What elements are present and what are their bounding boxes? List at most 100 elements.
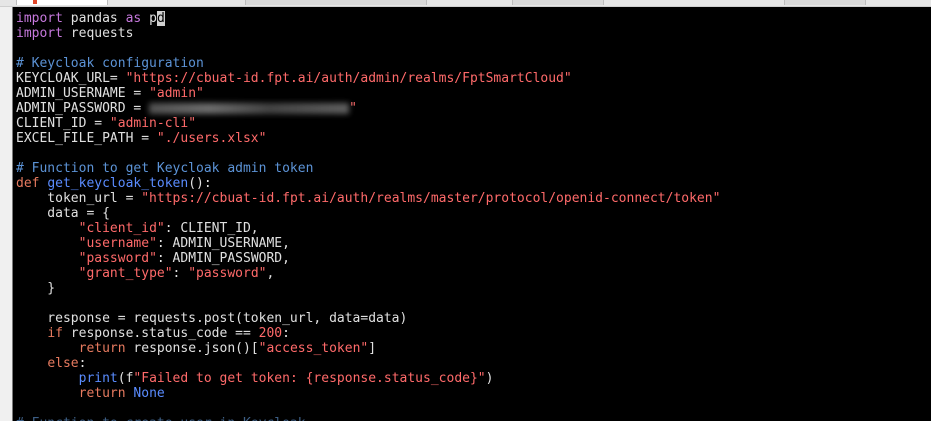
code-line[interactable]: response = requests.post(token_url, data… xyxy=(16,311,720,326)
code-line[interactable]: print(f"Failed to get token: {response.s… xyxy=(16,371,720,386)
code-token: requests xyxy=(62,26,134,41)
code-token: : ADMIN_USERNAME, xyxy=(156,236,290,251)
code-token: ADMIN_PASSWORD = xyxy=(16,101,150,116)
code-token: "./users.xlsx" xyxy=(156,131,267,146)
code-token: "Failed to get token: {response.status_c… xyxy=(133,371,486,386)
code-token: import xyxy=(16,26,63,41)
tab-3[interactable] xyxy=(512,0,604,5)
code-line[interactable]: "grant_type": "password", xyxy=(16,266,720,281)
code-token: d xyxy=(156,11,165,26)
code-token: import xyxy=(16,11,63,26)
code-token: None xyxy=(133,386,165,401)
code-token: response = requests.post(token_url, data… xyxy=(16,311,408,326)
code-token: response.json()[ xyxy=(125,341,259,356)
code-token: } xyxy=(16,281,56,296)
code-token: "https://cbuat-id.fpt.ai/auth/admin/real… xyxy=(125,71,572,86)
code-token: EXCEL_FILE_PATH = xyxy=(16,131,157,146)
tab-active-file[interactable] xyxy=(16,0,108,5)
code-token: pandas xyxy=(62,11,126,26)
code-token: : xyxy=(282,326,290,341)
code-token: as xyxy=(125,11,142,26)
code-line[interactable]: token_url = "https://cbuat-id.fpt.ai/aut… xyxy=(16,191,720,206)
code-token: , xyxy=(266,266,275,281)
code-token: return xyxy=(78,341,126,356)
code-token: print xyxy=(78,371,118,386)
code-token: # Keycloak configuration xyxy=(16,56,204,71)
code-token: "password" xyxy=(78,251,157,266)
code-token: "client_id" xyxy=(78,221,165,236)
code-line[interactable] xyxy=(16,146,720,161)
code-line[interactable]: KEYCLOAK_URL= "https://cbuat-id.fpt.ai/a… xyxy=(16,71,720,86)
code-token: response.status_code == xyxy=(62,326,259,341)
code-token: ADMIN_USERNAME = xyxy=(16,86,150,101)
code-token: : xyxy=(172,266,189,281)
code-token: ] xyxy=(368,341,377,356)
code-line[interactable]: "password": ADMIN_PASSWORD, xyxy=(16,251,720,266)
code-token: 200 xyxy=(258,326,283,341)
code-token: if xyxy=(47,326,63,341)
code-line[interactable]: data = { xyxy=(16,206,720,221)
code-token: : CLIENT_ID, xyxy=(164,221,259,236)
code-token: "https://cbuat-id.fpt.ai/auth/realms/mas… xyxy=(141,191,721,206)
code-token: "admin-cli" xyxy=(109,116,197,131)
file-icon xyxy=(33,0,37,4)
code-line[interactable]: def get_keycloak_token(): xyxy=(16,176,720,191)
editor-tab-bar xyxy=(0,0,931,7)
code-token: "admin" xyxy=(149,86,204,101)
code-token: "username" xyxy=(78,236,157,251)
code-token: CLIENT_ID = xyxy=(16,116,110,131)
tab-4[interactable] xyxy=(784,0,866,5)
code-line[interactable]: EXCEL_FILE_PATH = "./users.xlsx" xyxy=(16,131,720,146)
code-token: token_url = xyxy=(16,191,142,206)
code-line[interactable]: import pandas as pd xyxy=(16,11,720,26)
code-line[interactable]: import requests xyxy=(16,26,720,41)
redacted-value xyxy=(149,103,350,114)
code-token: : ADMIN_PASSWORD, xyxy=(156,251,290,266)
code-line[interactable]: "username": ADMIN_USERNAME, xyxy=(16,236,720,251)
code-token: (): xyxy=(188,176,212,191)
code-line[interactable]: return response.json()["access_token"] xyxy=(16,341,720,356)
code-token: p xyxy=(141,11,157,26)
code-token: "grant_type" xyxy=(78,266,173,281)
code-line[interactable]: if response.status_code == 200: xyxy=(16,326,720,341)
code-token: " xyxy=(349,101,357,116)
code-line[interactable]: # Function to create user in Keycloak xyxy=(16,416,720,421)
code-token: "access_token" xyxy=(258,341,369,356)
code-lines: import pandas as pd import requests # Key… xyxy=(16,11,720,421)
code-line[interactable] xyxy=(16,401,720,416)
code-line[interactable] xyxy=(16,296,720,311)
code-line[interactable]: # Keycloak configuration xyxy=(16,56,720,71)
code-line[interactable] xyxy=(16,41,720,56)
code-token: "password" xyxy=(188,266,267,281)
code-token: : xyxy=(78,356,87,371)
code-line[interactable]: } xyxy=(16,281,720,296)
code-line[interactable]: ADMIN_PASSWORD = " xyxy=(16,101,720,116)
code-editor[interactable]: import pandas as pd import requests # Key… xyxy=(12,7,931,421)
tab-2[interactable] xyxy=(245,0,427,5)
code-line[interactable]: return None xyxy=(16,386,720,401)
code-line[interactable]: CLIENT_ID = "admin-cli" xyxy=(16,116,720,131)
code-token: # Function to create user in Keycloak xyxy=(16,416,306,421)
code-token: else xyxy=(47,356,79,371)
code-line[interactable]: else: xyxy=(16,356,720,371)
code-token: data = { xyxy=(16,206,110,221)
code-line[interactable]: "client_id": CLIENT_ID, xyxy=(16,221,720,236)
code-token: ) xyxy=(485,371,494,386)
code-line[interactable]: # Function to get Keycloak admin token xyxy=(16,161,720,176)
code-token: (f xyxy=(117,371,134,386)
code-token: # Function to get Keycloak admin token xyxy=(16,161,314,176)
code-token: get_keycloak_token xyxy=(47,176,189,191)
code-token: KEYCLOAK_URL= xyxy=(16,71,126,86)
code-token: return xyxy=(78,386,126,401)
code-token: def xyxy=(16,176,40,191)
code-line[interactable]: ADMIN_USERNAME = "admin" xyxy=(16,86,720,101)
